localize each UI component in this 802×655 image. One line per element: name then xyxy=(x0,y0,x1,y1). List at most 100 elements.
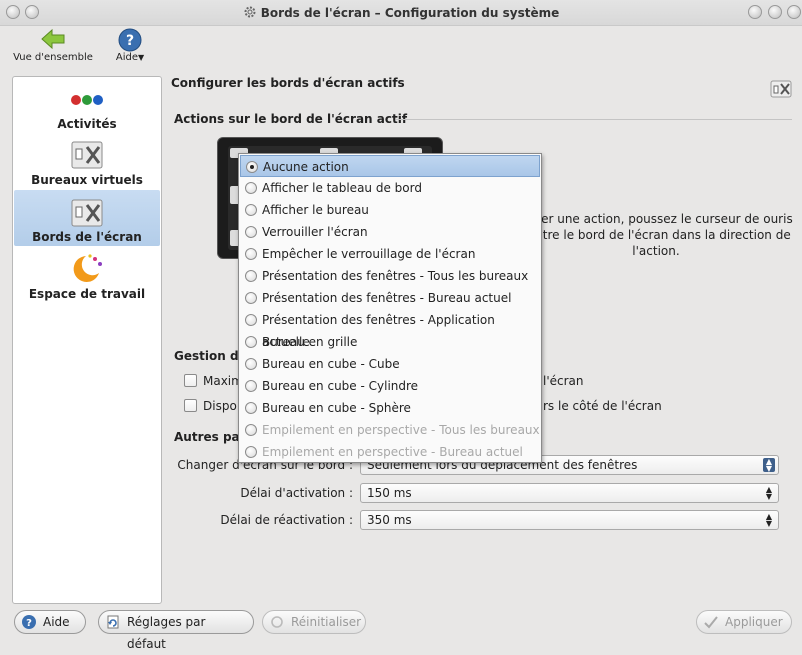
reset-icon xyxy=(271,616,283,628)
radio-icon xyxy=(245,314,257,326)
menu-option[interactable]: Afficher le bureau xyxy=(240,199,540,221)
menu-option[interactable]: Bureau en cube - Cylindre xyxy=(240,375,540,397)
svg-text:?: ? xyxy=(26,618,32,629)
checkmark-icon xyxy=(704,616,718,629)
section-window-title: Gestion de xyxy=(174,349,247,363)
sidebar-item-virtual-desktops[interactable]: Bureaux virtuels xyxy=(14,139,160,189)
menu-option-label: Empilement en perspective - Bureau actue… xyxy=(262,445,523,459)
close-button[interactable] xyxy=(787,5,801,19)
back-arrow-icon xyxy=(41,28,65,50)
radio-icon xyxy=(245,182,257,194)
help-button[interactable]: ? Aide xyxy=(14,610,86,634)
activation-delay-spinbox[interactable]: 150 ms ▲ ▼ xyxy=(360,483,779,503)
menu-option-label: Bureau en cube - Cube xyxy=(262,357,400,371)
module-icon xyxy=(770,80,792,98)
reactivation-delay-label: Délai de réactivation : xyxy=(220,513,353,527)
radio-icon xyxy=(245,226,257,238)
radio-icon xyxy=(245,270,257,282)
menu-option-label: Afficher le tableau de bord xyxy=(262,181,422,195)
sidebar-item-label: Bureaux virtuels xyxy=(31,173,143,187)
chevron-down-icon: ▼ xyxy=(137,53,145,62)
checkbox-label: Maxim xyxy=(203,374,243,388)
updown-icon: ▲ ▼ xyxy=(763,458,775,473)
menu-option: Empilement en perspective - Bureau actue… xyxy=(240,441,540,463)
edge-description: ncher une action, poussez le curseur de … xyxy=(519,212,793,258)
reactivation-delay-value: 350 ms xyxy=(367,513,412,527)
section-divider xyxy=(396,119,792,120)
sidebar-item-label: Activités xyxy=(57,117,117,131)
menu-option-label: Aucune action xyxy=(263,160,349,174)
menu-option: Empilement en perspective - Tous les bur… xyxy=(240,419,540,441)
radio-icon xyxy=(245,204,257,216)
overview-label: Vue d'ensemble xyxy=(13,52,93,63)
menu-option[interactable]: Présentation des fenêtres - Application … xyxy=(240,309,540,349)
menu-option[interactable]: Présentation des fenêtres - Bureau actue… xyxy=(240,287,540,309)
window-title: Bords de l'écran – Configuration du syst… xyxy=(0,5,802,20)
activation-delay-label: Délai d'activation : xyxy=(240,486,353,500)
window-title-text: Bords de l'écran – Configuration du syst… xyxy=(260,6,560,20)
svg-text:?: ? xyxy=(126,33,134,49)
toolbar: Vue d'ensemble ? Aide▼ xyxy=(0,26,802,72)
menu-option-label: Présentation des fenêtres - Tous les bur… xyxy=(262,269,529,283)
updown-icon[interactable]: ▲ ▼ xyxy=(763,513,775,528)
maximize-checkbox[interactable] xyxy=(184,374,197,387)
checkbox-label: Dispo xyxy=(203,399,237,413)
menu-option[interactable]: Verrouiller l'écran xyxy=(240,221,540,243)
updown-icon[interactable]: ▲ ▼ xyxy=(763,486,775,501)
minimize-button[interactable] xyxy=(748,5,762,19)
radio-icon xyxy=(245,358,257,370)
document-revert-icon xyxy=(107,615,119,629)
menu-option[interactable]: Bureau en grille xyxy=(240,331,540,353)
workspace-icon xyxy=(73,254,102,282)
sidebar-item-activities[interactable]: Activités xyxy=(14,85,160,141)
activities-icon xyxy=(71,95,103,105)
screen-edges-icon xyxy=(71,199,103,227)
menu-option[interactable]: Présentation des fenêtres - Tous les bur… xyxy=(240,265,540,287)
section-actions-title: Actions sur le bord de l'écran actif xyxy=(174,112,408,126)
help-icon: ? xyxy=(22,615,36,629)
radio-icon xyxy=(246,161,258,173)
menu-option[interactable]: Bureau en cube - Cube xyxy=(240,353,540,375)
virtual-desktops-icon xyxy=(71,141,103,169)
help-menu-button[interactable]: ? Aide▼ xyxy=(112,28,148,63)
radio-icon xyxy=(245,424,257,436)
menu-option[interactable]: Afficher le tableau de bord xyxy=(240,177,540,199)
radio-icon xyxy=(245,248,257,260)
checkbox-label-tail: l'écran xyxy=(543,374,584,388)
tile-checkbox-row[interactable]: Dispo xyxy=(184,399,237,413)
radio-icon xyxy=(245,402,257,414)
sidebar: Activités Bureaux virtuels Bords de l'éc… xyxy=(12,76,162,604)
menu-option[interactable]: Bureau en cube - Sphère xyxy=(240,397,540,419)
apply-button[interactable]: Appliquer xyxy=(696,610,792,634)
radio-icon xyxy=(245,446,257,458)
defaults-button[interactable]: Réglages par défaut xyxy=(98,610,254,651)
menu-option-label: Bureau en cube - Sphère xyxy=(262,401,411,415)
menu-option[interactable]: Empêcher le verrouillage de l'écran xyxy=(240,243,540,265)
radio-icon xyxy=(245,336,257,348)
section-other-title: Autres pa xyxy=(174,430,240,444)
menu-option-label: Empêcher le verrouillage de l'écran xyxy=(262,247,476,261)
sidebar-item-screen-edges[interactable]: Bords de l'écran xyxy=(14,190,160,246)
activation-delay-value: 150 ms xyxy=(367,486,412,500)
maximize-button[interactable] xyxy=(768,5,782,19)
edge-action-menu: Aucune action Afficher le tableau de bord… xyxy=(238,153,542,463)
maximize-checkbox-row[interactable]: Maxim xyxy=(184,374,243,388)
reset-button[interactable]: Réinitialiser xyxy=(262,610,366,634)
overview-button[interactable]: Vue d'ensemble xyxy=(8,28,98,63)
gear-icon xyxy=(244,6,256,18)
menu-option[interactable]: Aucune action xyxy=(240,155,540,177)
tile-checkbox[interactable] xyxy=(184,399,197,412)
defaults-button-label: Réglages par défaut xyxy=(127,615,206,651)
sidebar-item-label: Espace de travail xyxy=(28,287,146,301)
reactivation-delay-spinbox[interactable]: 350 ms ▲ ▼ xyxy=(360,510,779,530)
checkbox-label-tail: rs le côté de l'écran xyxy=(543,399,662,413)
sidebar-item-label: Bords de l'écran xyxy=(32,230,142,244)
sidebar-item-workspace[interactable]: Espace de travail xyxy=(14,249,160,305)
menu-option-label: Bureau en grille xyxy=(262,335,358,349)
apply-button-label: Appliquer xyxy=(725,615,783,629)
help-icon: ? xyxy=(118,28,142,52)
menu-option-label: Empilement en perspective - Tous les bur… xyxy=(262,423,540,437)
radio-icon xyxy=(245,380,257,392)
radio-icon xyxy=(245,292,257,304)
menu-option-label: Verrouiller l'écran xyxy=(262,225,368,239)
